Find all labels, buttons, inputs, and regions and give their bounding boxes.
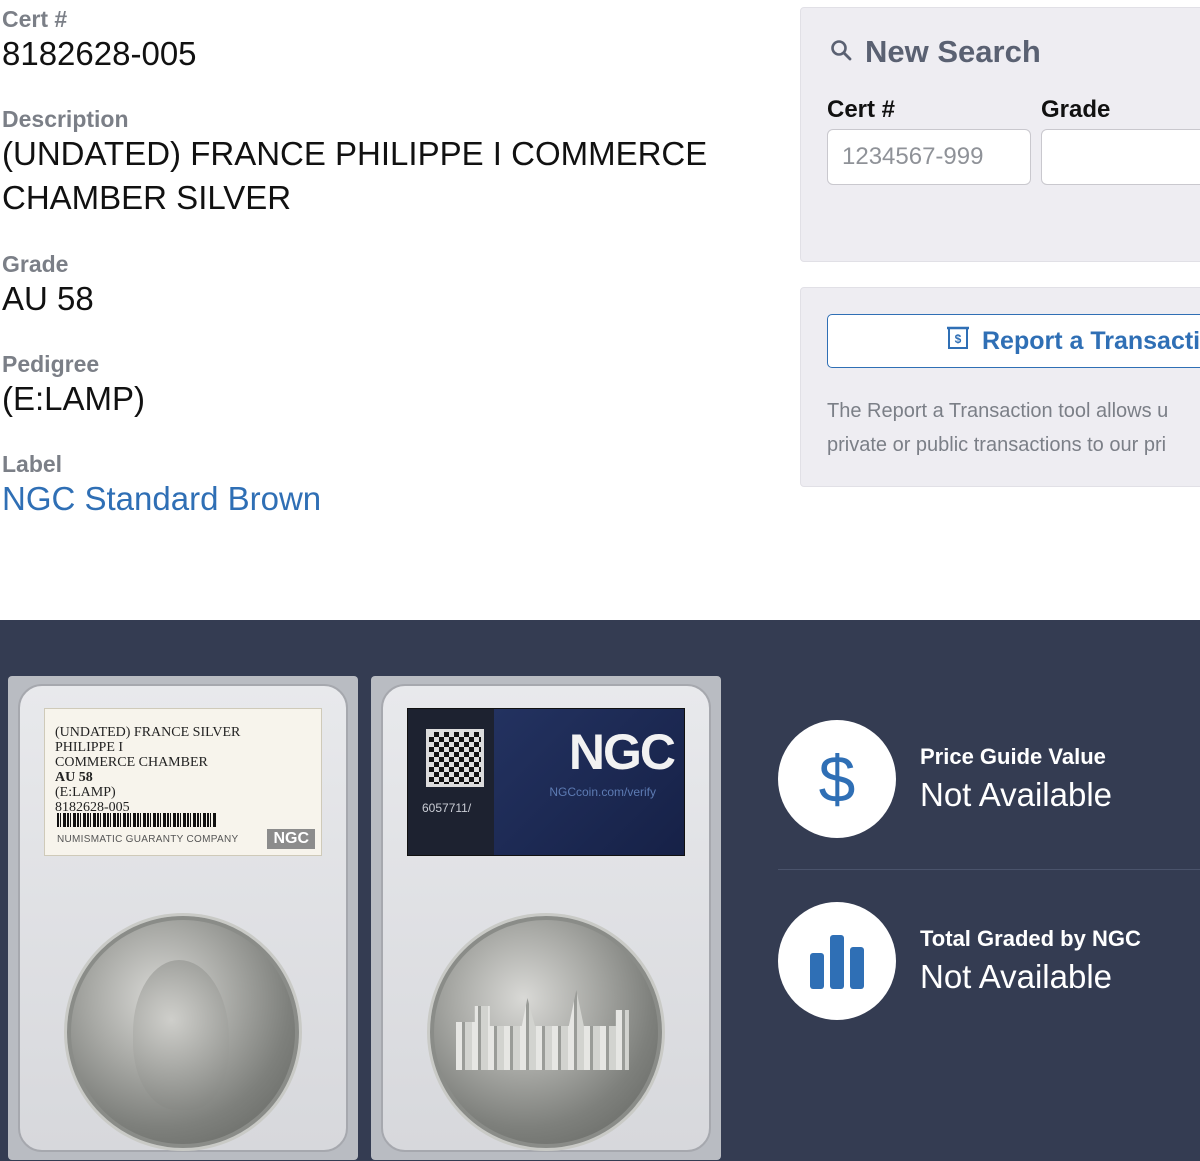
slab-serial: 6057711/ [422, 801, 472, 815]
slab-front-image[interactable]: (UNDATED) FRANCE SILVER PHILIPPE I COMME… [8, 676, 358, 1160]
cert-value: 8182628-005 [2, 35, 197, 72]
report-transaction-panel: $ Report a Transacti The Report a Transa… [800, 287, 1200, 487]
search-icon [829, 34, 853, 70]
label-label: Label [2, 451, 63, 477]
slab-label-grade: AU 58 [55, 770, 93, 785]
cert-label: Cert # [2, 6, 68, 32]
coin-reverse [430, 916, 662, 1148]
price-guide-title: Price Guide Value [920, 744, 1106, 769]
cityscape-icon [456, 990, 629, 1070]
slab-back-hologram: 6057711/ NGC NGCcoin.com/verify [407, 708, 685, 856]
cert-number-input[interactable] [827, 129, 1031, 185]
slab-label-card: (UNDATED) FRANCE SILVER PHILIPPE I COMME… [44, 708, 322, 856]
svg-text:$: $ [819, 744, 856, 814]
slab-label-line-1: (UNDATED) FRANCE SILVER [55, 725, 241, 740]
bar-chart-icon [778, 902, 896, 1020]
pedigree-label: Pedigree [2, 351, 100, 377]
slab-front-holder: (UNDATED) FRANCE SILVER PHILIPPE I COMME… [18, 684, 348, 1152]
svg-text:$: $ [955, 332, 962, 346]
portrait-icon [133, 960, 229, 1110]
pedigree-value: (E:LAMP) [2, 380, 146, 417]
new-search-panel: New Search Cert # Grade [800, 7, 1200, 262]
search-grade-label: Grade [1041, 96, 1111, 123]
report-description: The Report a Transaction tool allows u p… [827, 394, 1200, 462]
coin-band: (UNDATED) FRANCE SILVER PHILIPPE I COMME… [0, 620, 1200, 1161]
grade-field: Grade AU 58 [2, 251, 94, 321]
coin-obverse [67, 916, 299, 1148]
slab-back-holder: 6057711/ NGC NGCcoin.com/verify [381, 684, 711, 1152]
ngc-logo-small: NGC [267, 829, 315, 849]
ngc-logo-large: NGC [568, 724, 676, 780]
dollar-icon: $ [778, 720, 896, 838]
cert-field: Cert # 8182628-005 [2, 6, 197, 76]
slab-label-text: (UNDATED) FRANCE SILVER PHILIPPE I COMME… [55, 725, 240, 815]
total-graded-title: Total Graded by NGC [920, 926, 1141, 951]
price-guide-value: Not Available [920, 776, 1113, 813]
description-field: Description (UNDATED) FRANCE PHILIPPE I … [2, 106, 707, 220]
pedigree-field: Pedigree (E:LAMP) [2, 351, 145, 421]
receipt-dollar-icon: $ [946, 325, 970, 358]
slab-company-name: NUMISMATIC GUARANTY COMPANY [57, 834, 239, 845]
slab-label-line-2: PHILIPPE I [55, 740, 124, 755]
total-graded-value: Not Available [920, 958, 1113, 995]
qr-code-icon [426, 729, 484, 787]
grade-value: AU 58 [2, 280, 94, 317]
slab-back-image[interactable]: 6057711/ NGC NGCcoin.com/verify [371, 676, 721, 1160]
report-transaction-label: Report a Transacti [982, 326, 1200, 355]
stats-divider [778, 869, 1200, 870]
report-description-line-1: The Report a Transaction tool allows u [827, 400, 1169, 422]
verify-url: NGCcoin.com/verify [549, 785, 656, 799]
label-field: Label NGC Standard Brown [2, 451, 321, 521]
barcode-icon [57, 813, 217, 827]
grade-label: Grade [2, 251, 69, 277]
new-search-title: New Search [865, 34, 1041, 69]
description-line-2: CHAMBER SILVER [2, 179, 292, 216]
label-value-link[interactable]: NGC Standard Brown [2, 477, 321, 521]
description-label: Description [2, 106, 129, 132]
description-line-1: (UNDATED) FRANCE PHILIPPE I COMMERCE [2, 135, 708, 172]
grade-input[interactable] [1041, 129, 1200, 185]
search-cert-label: Cert # [827, 96, 896, 123]
slab-label-line-3: COMMERCE CHAMBER [55, 755, 208, 770]
report-transaction-button[interactable]: $ Report a Transacti [827, 314, 1200, 368]
new-search-heading: New Search [829, 34, 1041, 70]
slab-label-pedigree: (E:LAMP) [55, 785, 116, 800]
report-description-line-2: private or public transactions to our pr… [827, 434, 1167, 456]
